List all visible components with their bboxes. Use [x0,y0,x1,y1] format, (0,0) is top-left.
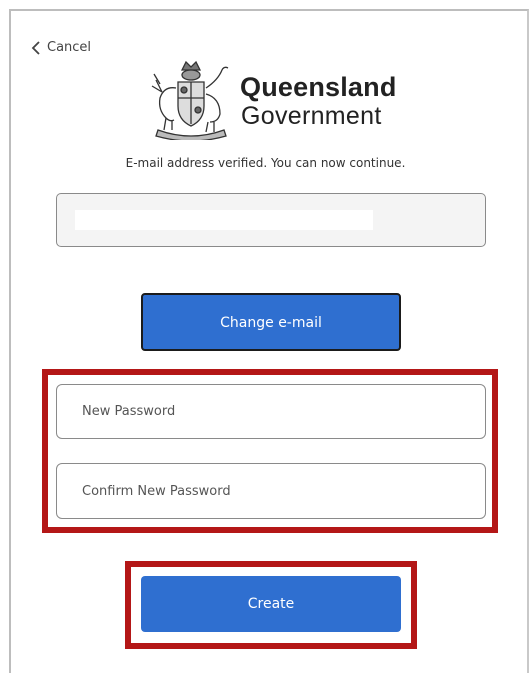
coat-of-arms-icon [148,58,234,142]
queensland-government-logo: Queensland Government [148,58,398,142]
cancel-link[interactable]: Cancel [31,40,91,55]
logo-text-queensland: Queensland [240,72,397,102]
email-field[interactable] [56,193,486,247]
new-password-input[interactable]: New Password [56,384,486,439]
verification-message: E-mail address verified. You can now con… [125,156,406,170]
chevron-left-icon [31,40,41,55]
create-button[interactable]: Create [141,576,401,632]
confirm-password-input[interactable]: Confirm New Password [56,463,486,519]
cancel-label: Cancel [47,40,92,55]
change-email-button[interactable]: Change e-mail [141,293,401,351]
email-value-redacted [75,210,373,230]
logo-text-government: Government [241,102,382,130]
confirm-password-placeholder: Confirm New Password [82,483,231,499]
new-password-placeholder: New Password [82,404,176,419]
